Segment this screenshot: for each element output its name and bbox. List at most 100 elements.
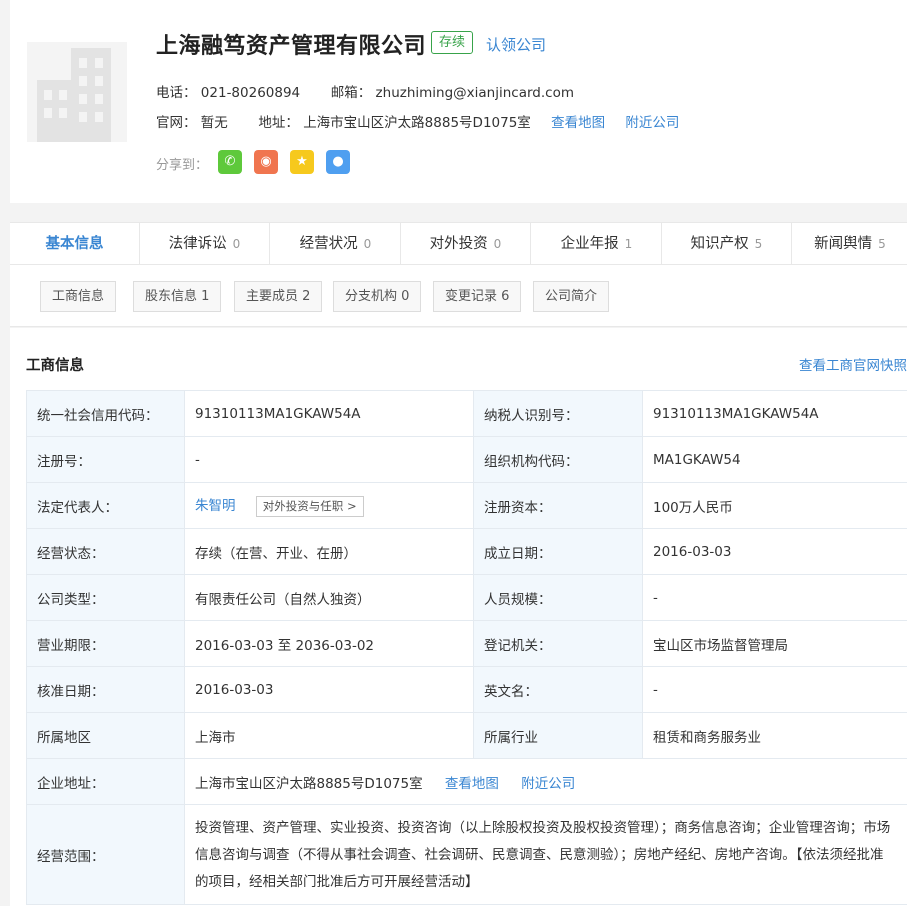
field-label: 所属地区 bbox=[26, 712, 185, 759]
field-value: 2016-03-03 至 2036-03-02 bbox=[184, 620, 474, 667]
table-row: 核准日期： 2016-03-03 英文名： - bbox=[26, 666, 907, 713]
table-row: 公司类型： 有限责任公司（自然人独资） 人员规模： - bbox=[26, 574, 907, 621]
tab-count: 1 bbox=[624, 237, 633, 251]
qq-icon[interactable]: ● bbox=[326, 150, 350, 174]
field-label: 营业期限： bbox=[26, 620, 185, 667]
tab-label: 企业年报 bbox=[560, 236, 619, 252]
tab-news[interactable]: 新闻舆情 5 bbox=[793, 223, 907, 265]
field-label: 统一社会信用代码： bbox=[26, 390, 185, 437]
field-label: 人员规模： bbox=[473, 574, 643, 621]
wechat-icon[interactable]: ✆ bbox=[218, 150, 242, 174]
tab-label: 基本信息 bbox=[45, 236, 104, 252]
subtab-business-info[interactable]: 工商信息 bbox=[40, 281, 117, 312]
status-badge: 存续 bbox=[431, 31, 474, 54]
nearby-companies-link[interactable]: 附近公司 bbox=[625, 115, 679, 131]
official-snapshot-link[interactable]: 查看工商官网快照 bbox=[799, 354, 907, 374]
address-value: 上海市宝山区沪太路8885号D1075室 bbox=[195, 775, 423, 792]
tab-investment[interactable]: 对外投资 0 bbox=[401, 223, 531, 265]
tab-label: 经营状况 bbox=[299, 236, 358, 252]
company-name: 上海融笃资产管理有限公司 bbox=[156, 34, 427, 59]
table-row: 经营范围： 投资管理、资产管理、实业投资、投资咨询（以上除股权投资及股权投资管理… bbox=[26, 804, 907, 905]
tab-annual-report[interactable]: 企业年报 1 bbox=[532, 223, 662, 265]
tab-count: 0 bbox=[493, 237, 502, 251]
weibo-icon[interactable]: ◉ bbox=[254, 150, 278, 174]
field-label: 经营状态： bbox=[26, 528, 185, 575]
website-label: 官网： bbox=[156, 115, 197, 131]
website-address-line: 官网： 暂无 地址： 上海市宝山区沪太路8885号D1075室 查看地图 附近公… bbox=[156, 111, 679, 131]
view-map-link[interactable]: 查看地图 bbox=[551, 115, 605, 131]
section-title: 工商信息 bbox=[26, 358, 84, 374]
phone-value: 021-80260894 bbox=[200, 85, 301, 101]
tab-label: 法律诉讼 bbox=[168, 236, 227, 252]
company-header: 上海融笃资产管理有限公司 存续 认领公司 电话： 021-80260894 邮箱… bbox=[10, 0, 907, 203]
field-label: 核准日期： bbox=[26, 666, 185, 713]
table-row: 企业地址： 上海市宝山区沪太路8885号D1075室 查看地图 附近公司 bbox=[26, 758, 907, 805]
table-row: 统一社会信用代码： 91310113MA1GKAW54A 纳税人识别号： 913… bbox=[26, 390, 907, 437]
field-label: 成立日期： bbox=[473, 528, 643, 575]
field-value: - bbox=[642, 666, 907, 713]
field-value: 宝山区市场监督管理局 bbox=[642, 620, 907, 667]
tab-label: 新闻舆情 bbox=[814, 236, 873, 252]
field-value: MA1GKAW54 bbox=[642, 436, 907, 483]
field-value: - bbox=[642, 574, 907, 621]
subtab-shareholders[interactable]: 股东信息 1 bbox=[133, 281, 222, 312]
field-value: 2016-03-03 bbox=[184, 666, 474, 713]
claim-company-link[interactable]: 认领公司 bbox=[486, 34, 546, 55]
subtab-change-log[interactable]: 变更记录 6 bbox=[433, 281, 522, 312]
business-info-table: 统一社会信用代码： 91310113MA1GKAW54A 纳税人识别号： 913… bbox=[26, 390, 907, 905]
qzone-icon[interactable]: ★ bbox=[290, 150, 314, 174]
field-label: 所属行业 bbox=[473, 712, 643, 759]
table-row: 营业期限： 2016-03-03 至 2036-03-02 登记机关： 宝山区市… bbox=[26, 620, 907, 667]
field-value: 上海市 bbox=[184, 712, 474, 759]
field-label: 公司类型： bbox=[26, 574, 185, 621]
field-label: 注册号： bbox=[26, 436, 185, 483]
field-label: 纳税人识别号： bbox=[473, 390, 643, 437]
tab-label: 对外投资 bbox=[429, 236, 488, 252]
subtab-branches[interactable]: 分支机构 0 bbox=[333, 281, 422, 312]
email-value: zhuzhiming@xianjincard.com bbox=[375, 85, 574, 101]
field-value: - bbox=[184, 436, 474, 483]
investment-roles-button[interactable]: 对外投资与任职 > bbox=[255, 495, 364, 517]
business-info-section: 工商信息 查看工商官网快照 统一社会信用代码： 91310113MA1GKAW5… bbox=[10, 328, 907, 906]
tab-operations[interactable]: 经营状况 0 bbox=[271, 223, 401, 265]
field-label: 企业地址： bbox=[26, 758, 185, 805]
tab-count: 0 bbox=[363, 237, 372, 251]
phone-label: 电话： bbox=[156, 85, 197, 101]
field-value: 2016-03-03 bbox=[642, 528, 907, 575]
tab-count: 5 bbox=[754, 237, 763, 251]
table-row: 法定代表人： 朱智明 对外投资与任职 > 注册资本： 100万人民币 bbox=[26, 482, 907, 529]
table-row: 注册号： - 组织机构代码： MA1GKAW54 bbox=[26, 436, 907, 483]
address-value: 上海市宝山区沪太路8885号D1075室 bbox=[303, 115, 531, 131]
tab-legal[interactable]: 法律诉讼 0 bbox=[140, 223, 270, 265]
legal-rep-cell: 朱智明 对外投资与任职 > bbox=[184, 482, 474, 529]
company-building-icon bbox=[27, 42, 127, 142]
field-value: 存续（在营、开业、在册） bbox=[184, 528, 474, 575]
field-value: 有限责任公司（自然人独资） bbox=[184, 574, 474, 621]
tab-label: 知识产权 bbox=[690, 236, 749, 252]
field-value: 100万人民币 bbox=[642, 482, 907, 529]
website-value: 暂无 bbox=[200, 115, 228, 131]
tab-count: 0 bbox=[232, 237, 241, 251]
field-label: 组织机构代码： bbox=[473, 436, 643, 483]
field-label: 登记机关： bbox=[473, 620, 643, 667]
field-label: 注册资本： bbox=[473, 482, 643, 529]
share-label: 分享到： bbox=[156, 158, 209, 173]
field-label: 经营范围： bbox=[26, 804, 185, 905]
tab-ip[interactable]: 知识产权 5 bbox=[662, 223, 792, 265]
email-label: 邮箱： bbox=[330, 85, 372, 101]
main-tabs: 基本信息 法律诉讼 0 经营状况 0 对外投资 0 企业年报 1 知识产权 5 新闻舆情 5 bbox=[10, 222, 907, 265]
legal-rep-link[interactable]: 朱智明 bbox=[195, 498, 236, 514]
sub-tabs: 工商信息 股东信息 1 主要成员 2 分支机构 0 变更记录 6 公司简介 bbox=[10, 265, 907, 327]
address-view-map-link[interactable]: 查看地图 bbox=[445, 776, 499, 792]
subtab-profile[interactable]: 公司简介 bbox=[533, 281, 610, 312]
address-nearby-link[interactable]: 附近公司 bbox=[521, 776, 575, 792]
contact-line: 电话： 021-80260894 邮箱： zhuzhiming@xianjinc… bbox=[156, 81, 574, 101]
table-row: 经营状态： 存续（在营、开业、在册） 成立日期： 2016-03-03 bbox=[26, 528, 907, 575]
subtab-members[interactable]: 主要成员 2 bbox=[234, 281, 323, 312]
field-value: 91310113MA1GKAW54A bbox=[642, 390, 907, 437]
tab-count: 5 bbox=[878, 237, 886, 251]
address-cell: 上海市宝山区沪太路8885号D1075室 查看地图 附近公司 bbox=[184, 758, 907, 805]
tab-basic-info[interactable]: 基本信息 bbox=[10, 223, 140, 265]
field-label: 法定代表人： bbox=[26, 482, 185, 529]
field-value: 租赁和商务服务业 bbox=[642, 712, 907, 759]
